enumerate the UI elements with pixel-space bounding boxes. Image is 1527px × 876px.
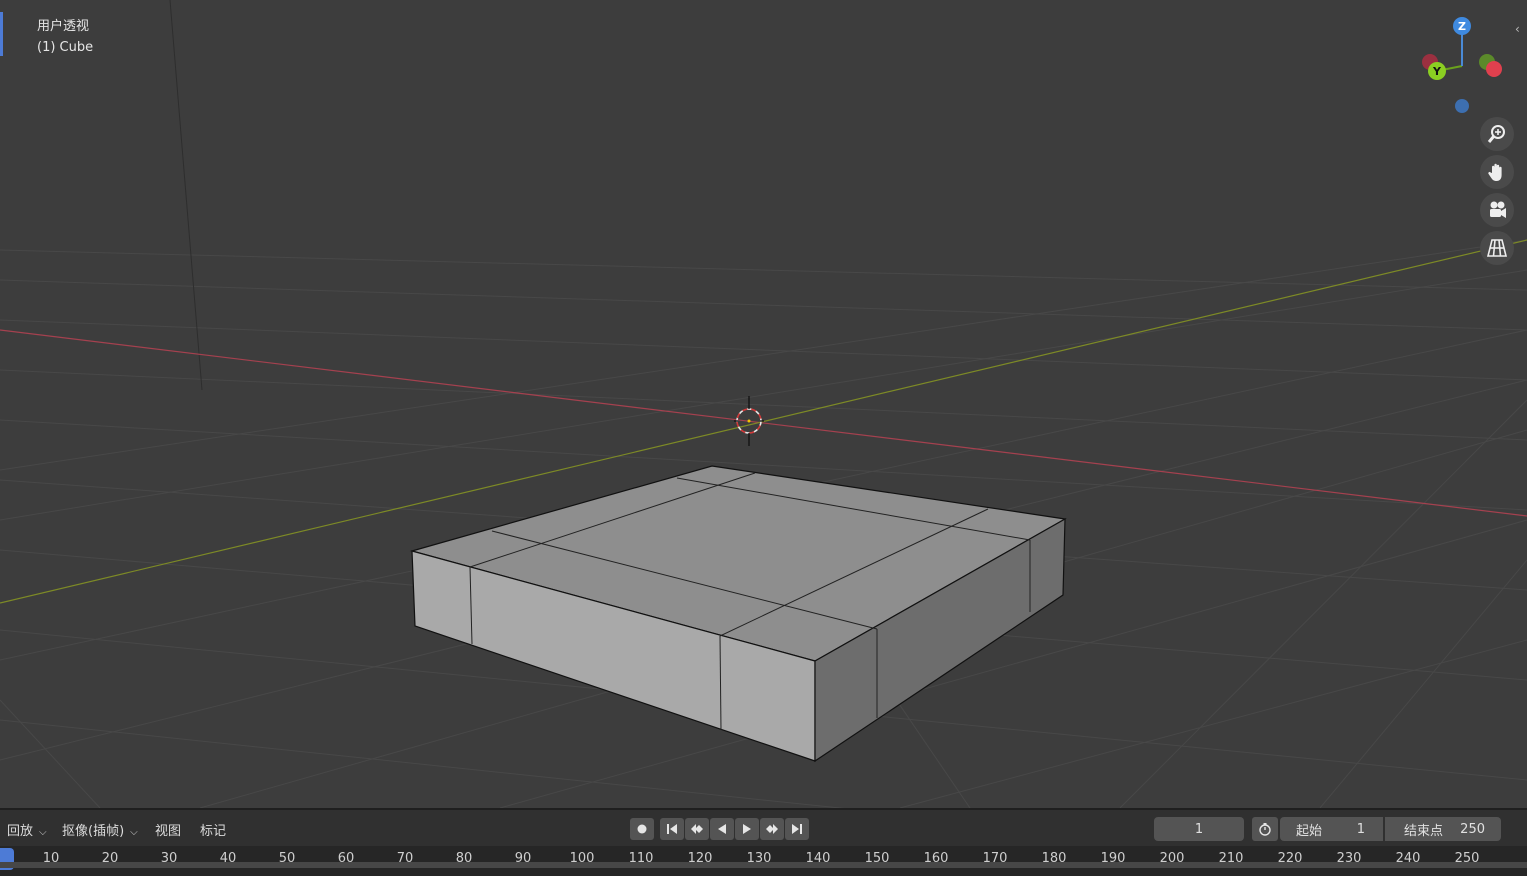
play-reverse-button[interactable] [710, 818, 734, 840]
3d-viewport[interactable]: 用户透视 (1) Cube Z Y ‹ [0, 0, 1527, 808]
active-object-label: (1) Cube [37, 40, 94, 55]
marker-menu[interactable]: 标记 [200, 820, 226, 839]
chevron-down-icon: ⌵ [130, 827, 138, 838]
perspective-grid-icon[interactable] [1480, 231, 1514, 265]
prev-keyframe-button[interactable] [685, 818, 709, 840]
cube-mesh[interactable] [409, 465, 1067, 763]
current-frame-field[interactable]: 1 [1154, 817, 1244, 841]
active-region-marker [0, 12, 3, 56]
end-frame-field[interactable]: 结束点 250 [1385, 817, 1501, 841]
view-name-label: 用户透视 [37, 19, 90, 34]
play-reverse-icon [718, 824, 726, 834]
record-icon [637, 824, 647, 834]
navigation-gizmo[interactable]: Z Y [1410, 12, 1520, 122]
next-keyframe-button[interactable] [760, 818, 784, 840]
grid-vertical-line [169, 0, 203, 391]
keying-menu[interactable]: 抠像(插帧) ⌵ [62, 820, 138, 839]
next-keyframe-icon [766, 824, 778, 834]
z-axis-label: Z [1458, 20, 1466, 33]
z-neg-axis-icon [1455, 99, 1469, 113]
x-axis-icon [1486, 61, 1502, 77]
start-frame-value: 1 [1356, 821, 1365, 837]
stopwatch-icon [1259, 823, 1271, 836]
viewport-scene[interactable] [0, 0, 1527, 808]
jump-start-icon [667, 824, 677, 834]
frame-ruler[interactable]: 10 20 30 40 50 60 70 80 90 100 110 120 130 140 150 160 1… [0, 846, 1527, 876]
timeline-scrollbar[interactable] [0, 862, 1527, 868]
end-frame-label: 结束点 [1404, 823, 1444, 839]
view-menu[interactable]: 视图 [155, 820, 181, 839]
sidebar-toggle-icon[interactable]: ‹ [1515, 22, 1527, 42]
play-button[interactable] [735, 818, 759, 840]
jump-end-icon [792, 824, 802, 834]
prev-keyframe-icon [691, 824, 703, 834]
jump-end-button[interactable] [785, 818, 809, 840]
end-frame-value: 250 [1460, 821, 1485, 837]
zoom-icon[interactable] [1480, 117, 1514, 151]
start-frame-field[interactable]: 起始 1 [1280, 817, 1383, 841]
start-frame-label: 起始 [1296, 823, 1323, 839]
jump-start-button[interactable] [660, 818, 684, 840]
record-button[interactable] [630, 818, 654, 840]
chevron-down-icon: ⌵ [39, 827, 47, 838]
playback-menu[interactable]: 回放 ⌵ [7, 820, 47, 839]
stopwatch-button[interactable] [1252, 817, 1278, 841]
camera-icon[interactable] [1480, 193, 1514, 227]
y-axis-label: Y [1432, 65, 1442, 78]
pan-hand-icon[interactable] [1480, 155, 1514, 189]
play-icon [743, 824, 751, 834]
timeline-header: 回放 ⌵ 抠像(插帧) ⌵ 视图 标记 1 起始 1 结束点 250 [0, 810, 1527, 846]
